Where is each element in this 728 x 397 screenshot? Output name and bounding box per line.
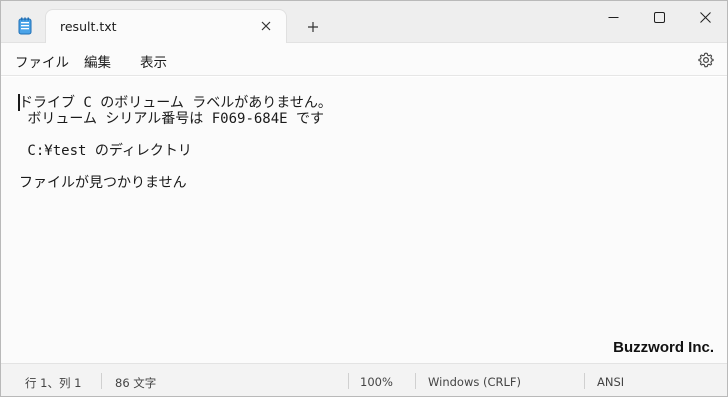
menu-view[interactable]: 表示 <box>140 51 167 71</box>
close-tab-icon[interactable] <box>256 16 276 36</box>
line-ending[interactable]: Windows (CRLF) <box>428 375 521 389</box>
close-window-icon[interactable] <box>682 1 727 33</box>
menu-edit[interactable]: 編集 <box>84 51 111 71</box>
new-tab-plus-icon[interactable] <box>301 15 325 39</box>
encoding[interactable]: ANSI <box>597 375 624 389</box>
text-line: ファイルが見つかりません <box>19 175 187 191</box>
gear-icon[interactable] <box>697 51 715 69</box>
notepad-icon <box>15 16 35 36</box>
title-bar: result.txt <box>1 1 727 43</box>
text-line: C:¥test のディレクトリ <box>19 143 192 159</box>
status-divider <box>348 373 349 389</box>
zoom-level[interactable]: 100% <box>360 375 393 389</box>
maximize-icon[interactable] <box>636 1 682 33</box>
tab-title: result.txt <box>60 19 117 34</box>
status-divider <box>415 373 416 389</box>
status-bar: 行 1、列 1 86 文字 100% Windows (CRLF) ANSI <box>1 363 727 396</box>
status-divider <box>584 373 585 389</box>
cursor-position: 行 1、列 1 <box>25 376 82 390</box>
text-editor[interactable]: ドライブ C のボリューム ラベルがありません。 ボリューム シリアル番号は F… <box>1 77 727 363</box>
tab-result-txt[interactable]: result.txt <box>45 9 287 43</box>
menu-bar: ファイル 編集 表示 <box>1 43 727 76</box>
notepad-window: result.txt ファイル 編集 表示 ドライブ C のボリューム ラベルが… <box>0 0 728 397</box>
status-divider <box>101 373 102 389</box>
menu-file[interactable]: ファイル <box>15 51 69 71</box>
minimize-icon[interactable] <box>590 1 636 33</box>
text-line: ボリューム シリアル番号は F069-684E です <box>19 111 325 127</box>
char-count: 86 文字 <box>115 376 157 390</box>
watermark: Buzzword Inc. <box>613 339 714 356</box>
